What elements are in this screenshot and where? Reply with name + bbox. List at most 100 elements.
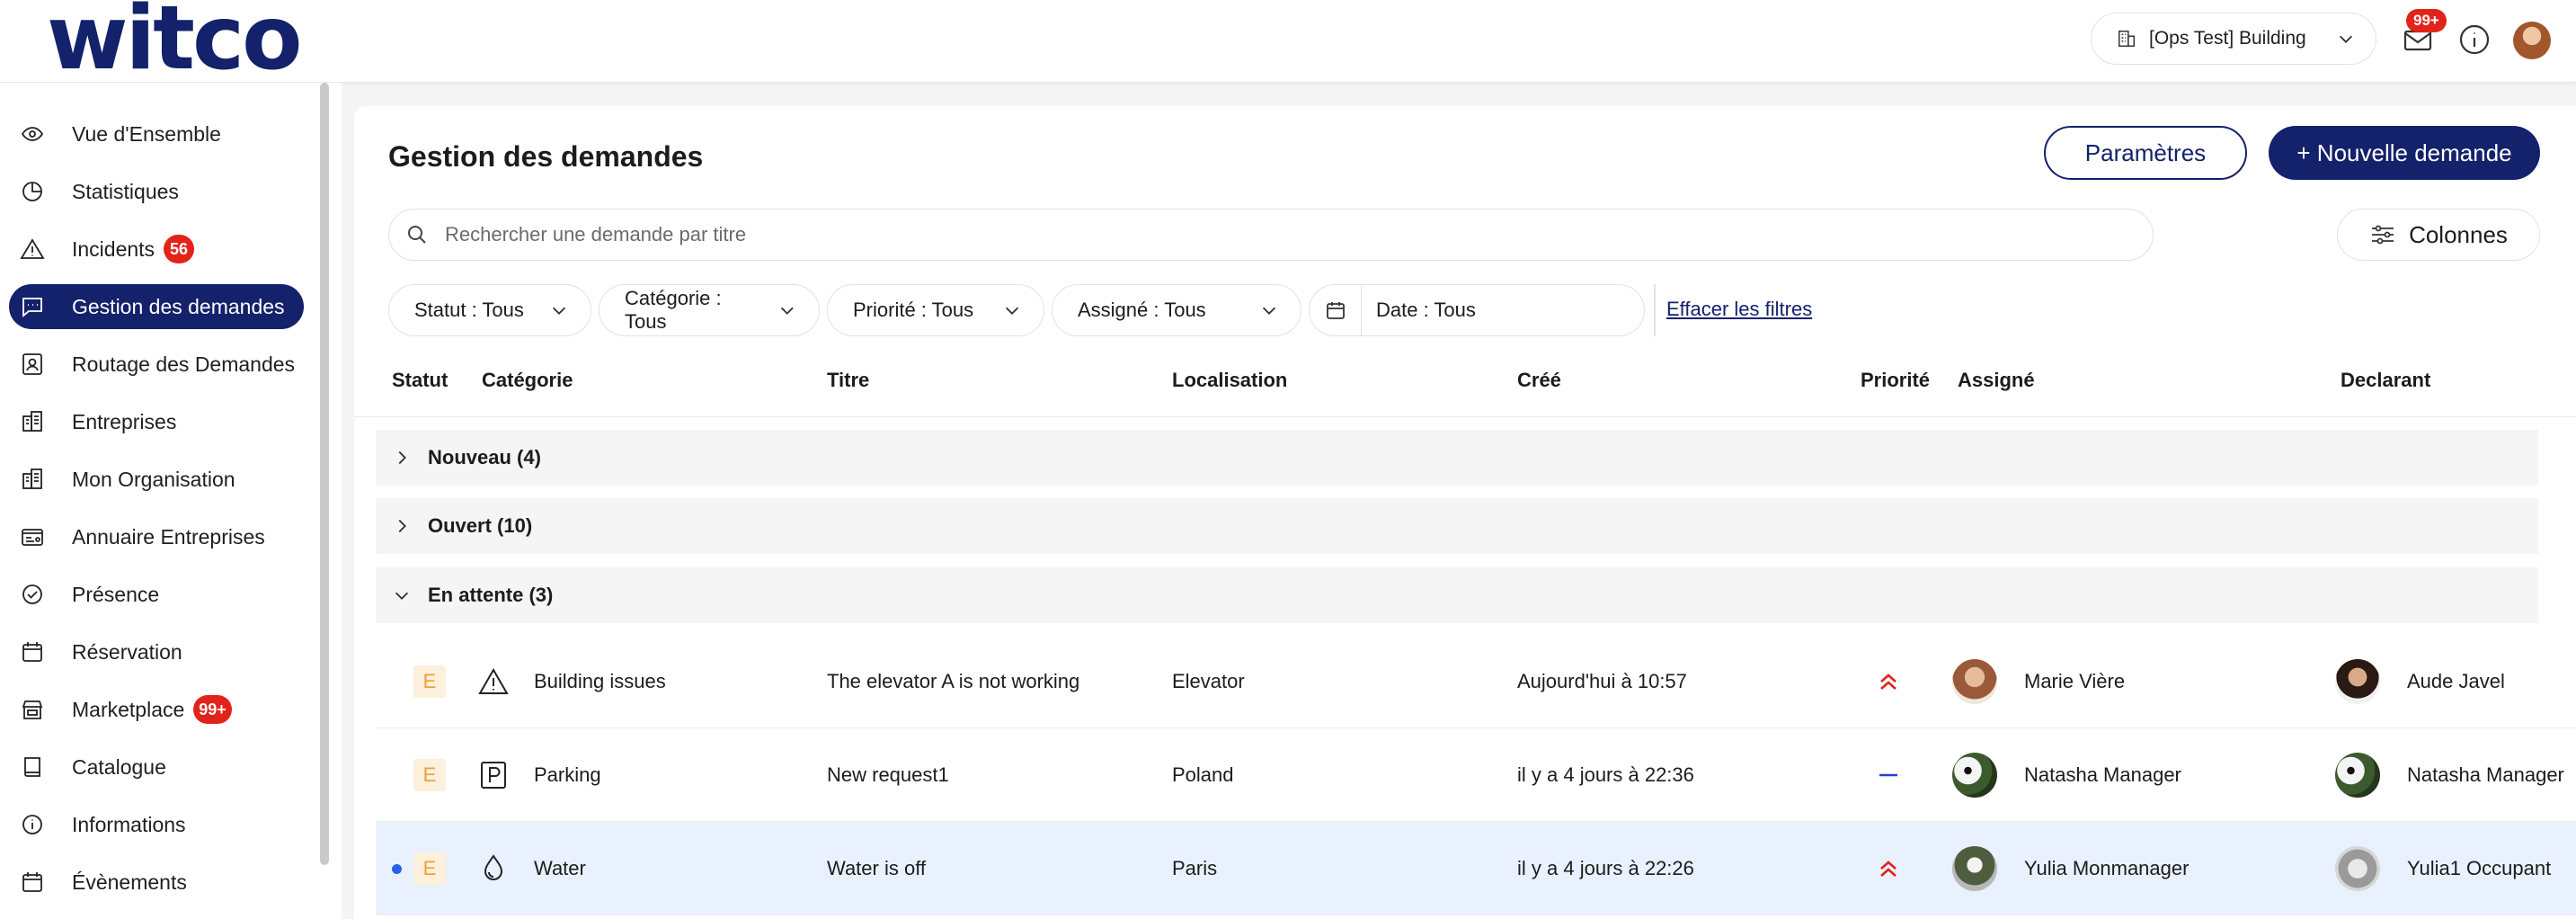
row-created: il y a 4 jours à 22:26 (1517, 857, 1694, 879)
incidents-badge: 56 (164, 235, 195, 263)
row-created: Aujourd'hui à 10:57 (1517, 670, 1687, 692)
column-header-priority[interactable]: Priorité (1861, 369, 1930, 392)
sidebar-item-annuaire[interactable]: Annuaire Entreprises (9, 514, 304, 559)
sidebar-item-evenements[interactable]: Évènements (9, 860, 304, 905)
group-en-attente[interactable]: En attente (3) (376, 567, 2538, 623)
row-category: Parking (534, 763, 601, 786)
sidebar-item-incidents[interactable]: Incidents 56 (9, 227, 304, 272)
user-avatar[interactable] (2513, 22, 2551, 59)
priority-medium-icon (1879, 773, 1897, 777)
filter-assignee[interactable]: Assigné : Tous (1052, 284, 1301, 336)
sidebar-item-entreprises[interactable]: Entreprises (9, 399, 304, 444)
calendar-button[interactable] (1310, 285, 1362, 335)
new-request-button[interactable]: + Nouvelle demande (2269, 126, 2540, 180)
sidebar-scrollbar[interactable] (320, 83, 329, 865)
row-location: Paris (1172, 857, 1218, 879)
sidebar-item-routage[interactable]: Routage des Demandes (9, 342, 304, 387)
search-bar[interactable] (388, 209, 2154, 261)
main-panel: Gestion des demandes Paramètres + Nouvel… (354, 106, 2576, 919)
filter-category-label: Catégorie : Tous (625, 287, 722, 333)
sidebar-item-catalogue[interactable]: Catalogue (9, 745, 304, 790)
column-header-category[interactable]: Catégorie (482, 369, 573, 392)
mail-badge: 99+ (2406, 9, 2447, 32)
calendar-icon (22, 642, 42, 662)
sidebar-item-label: Mon Organisation (72, 467, 235, 491)
row-assignee: Natasha Manager (2024, 763, 2181, 786)
water-drop-icon (484, 854, 503, 880)
info-icon[interactable] (2456, 22, 2492, 58)
filter-priority-label: Priorité : Tous (853, 299, 974, 321)
sidebar-item-label: Statistiques (72, 179, 179, 203)
sidebar-item-statistiques[interactable]: Statistiques (9, 169, 304, 214)
row-location: Poland (1172, 763, 1234, 786)
row-assignee: Yulia Monmanager (2024, 857, 2190, 879)
group-nouveau[interactable]: Nouveau (4) (376, 430, 2538, 486)
column-header-created[interactable]: Créé (1517, 369, 1561, 392)
parking-icon (481, 762, 506, 789)
sidebar-item-marketplace[interactable]: Marketplace 99+ (9, 687, 304, 732)
avatar (2335, 846, 2380, 891)
sidebar-item-label: Incidents (72, 236, 155, 261)
sidebar-item-reservation[interactable]: Réservation (9, 629, 304, 674)
sliders-icon (2372, 225, 2394, 245)
sidebar-item-label: Routage des Demandes (72, 352, 296, 376)
witco-logo[interactable]: witco (47, 0, 302, 83)
sidebar-item-informations[interactable]: Informations (9, 802, 304, 847)
sidebar-item-presence[interactable]: Présence (9, 572, 304, 617)
chevron-down-icon (395, 592, 409, 600)
filter-category[interactable]: Catégorie : Tous (599, 284, 820, 336)
sidebar-item-label: Réservation (72, 639, 182, 664)
columns-button[interactable]: Colonnes (2337, 209, 2540, 261)
warning-icon (20, 238, 45, 259)
sidebar-item-label: Informations (72, 812, 186, 836)
row-declarant: Aude Javel (2407, 670, 2505, 692)
table-row[interactable]: E Building issues The elevator A is not … (376, 635, 2576, 728)
column-header-title[interactable]: Titre (827, 369, 869, 392)
building-selector[interactable]: [Ops Test] Building (2091, 13, 2376, 65)
column-header-declarant[interactable]: Declarant (2341, 369, 2430, 392)
row-title: Water is off (827, 857, 927, 879)
chevron-down-icon (2339, 35, 2353, 43)
settings-button[interactable]: Paramètres (2044, 126, 2247, 180)
row-title: New request1 (827, 763, 949, 786)
priority-high-icon (1880, 674, 1896, 690)
column-header-location[interactable]: Localisation (1172, 369, 1287, 392)
avatar (1952, 753, 1997, 798)
warning-icon (478, 667, 509, 694)
table-row[interactable]: E Parking New request1 Poland il y a 4 j… (376, 728, 2576, 822)
building-icon (2119, 31, 2135, 47)
chevron-right-icon (398, 451, 406, 465)
row-category: Water (534, 857, 586, 879)
chevron-down-icon (1005, 307, 1019, 315)
column-header-assignee[interactable]: Assigné (1958, 369, 2035, 392)
row-location: Elevator (1172, 670, 1245, 692)
header-divider (354, 416, 2576, 417)
calendar-icon (22, 872, 42, 892)
clear-filters-link[interactable]: Effacer les filtres (1666, 298, 1812, 321)
contact-card-icon (22, 353, 42, 375)
sidebar-item-label: Catalogue (72, 754, 166, 779)
sidebar-item-label: Évènements (72, 870, 187, 894)
sidebar-item-gestion-demandes[interactable]: Gestion des demandes (9, 284, 304, 329)
group-ouvert[interactable]: Ouvert (10) (376, 498, 2538, 554)
search-input[interactable] (445, 223, 2063, 246)
filter-status[interactable]: Statut : Tous (388, 284, 591, 336)
info-icon (22, 815, 42, 834)
row-created: il y a 4 jours à 22:36 (1517, 763, 1694, 786)
group-label: Nouveau (4) (428, 446, 541, 468)
store-icon (22, 700, 43, 719)
filter-assignee-label: Assigné : Tous (1078, 299, 1206, 321)
filter-priority[interactable]: Priorité : Tous (827, 284, 1044, 336)
filter-date-label: Date : Tous (1376, 299, 1476, 321)
buildings-icon (22, 468, 42, 489)
sidebar-item-organisation[interactable]: Mon Organisation (9, 457, 304, 502)
filter-divider (1654, 284, 1656, 336)
buildings-icon (22, 411, 42, 432)
row-category: Building issues (534, 670, 666, 692)
page-title: Gestion des demandes (388, 140, 704, 173)
sidebar-item-vue-ensemble[interactable]: Vue d'Ensemble (9, 112, 304, 156)
table-row[interactable]: E Water Water is off Paris il y a 4 jour… (376, 822, 2576, 915)
filter-date[interactable]: Date : Tous (1309, 284, 1645, 336)
priority-high-icon (1880, 861, 1896, 877)
column-header-status[interactable]: Statut (392, 369, 448, 392)
